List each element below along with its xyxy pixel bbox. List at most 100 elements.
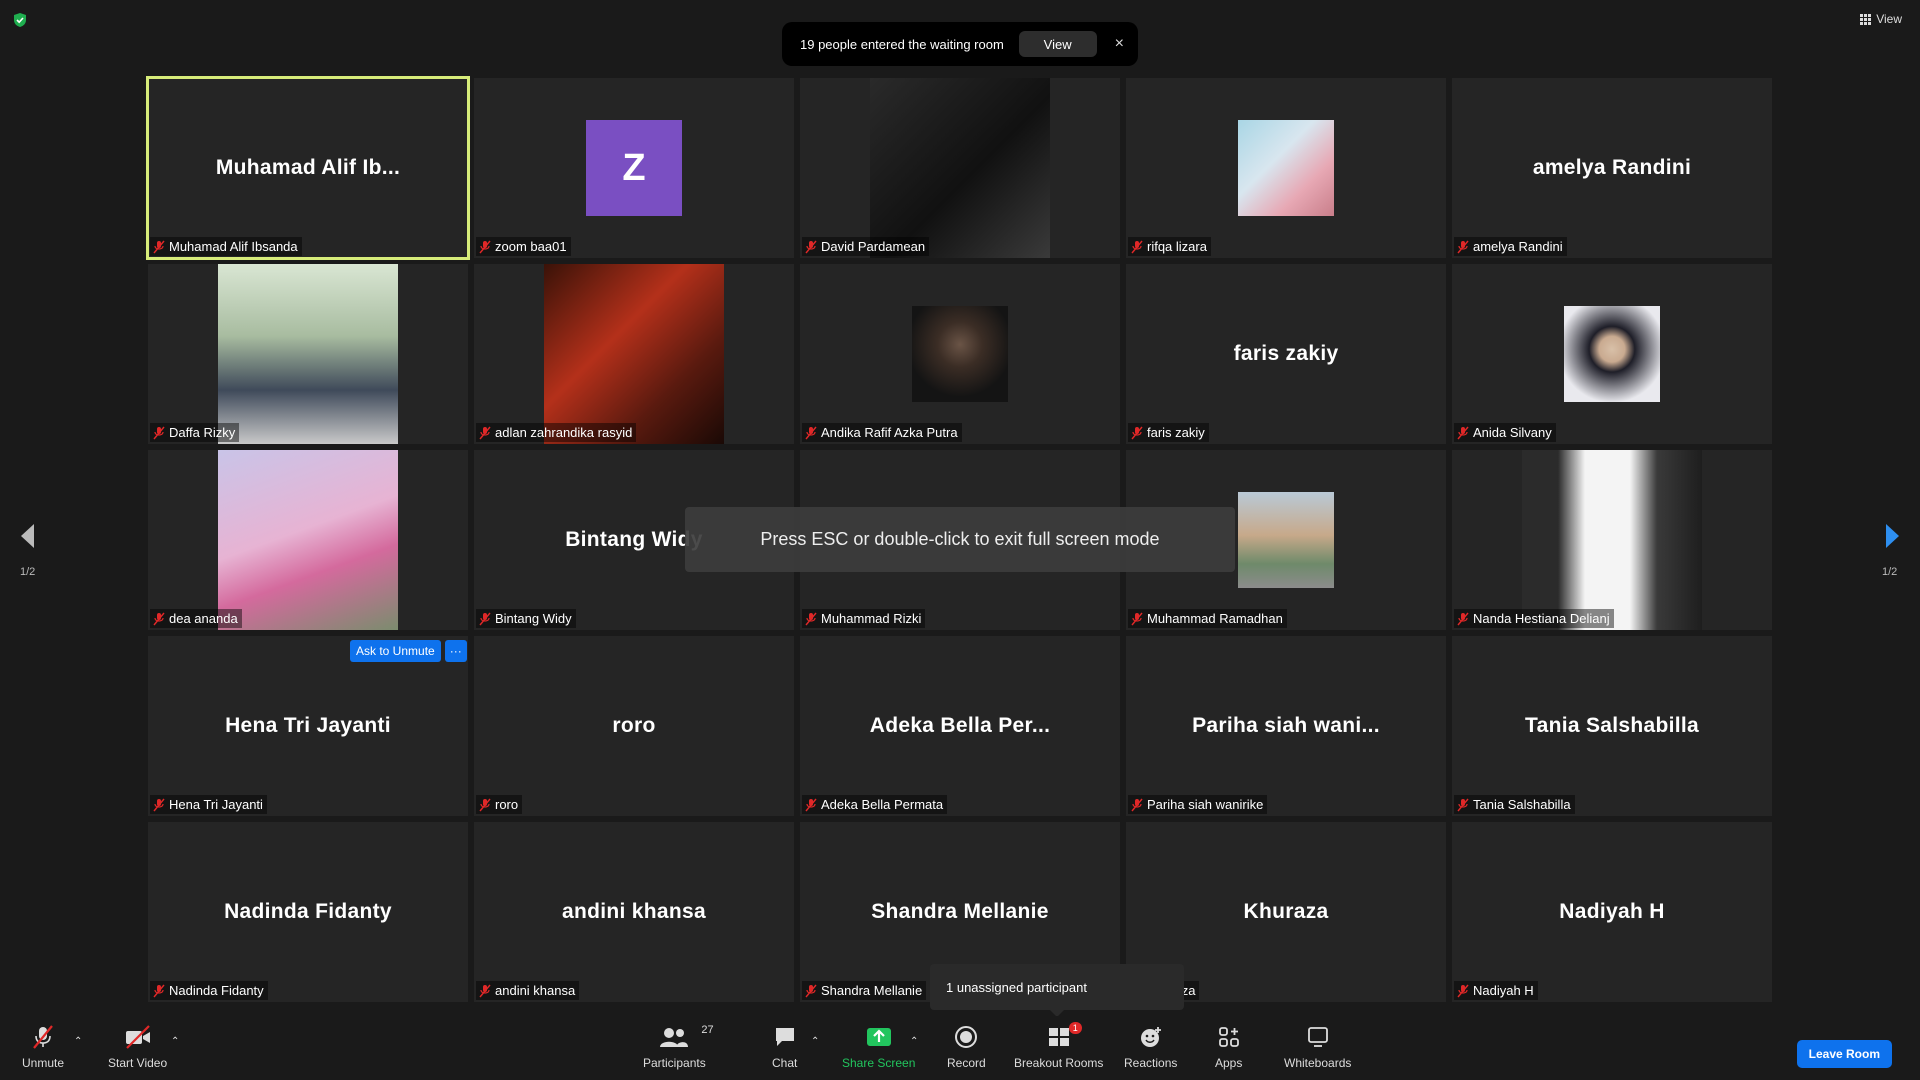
smiley-reactions-icon <box>1139 1024 1163 1050</box>
participant-tile[interactable]: Daffa Rizky <box>148 264 468 444</box>
encryption-shield-icon[interactable] <box>12 12 28 28</box>
participant-tile[interactable]: Zzoom baa01 <box>474 78 794 258</box>
participant-tile[interactable]: amelya Randini amelya Randini <box>1452 78 1772 258</box>
participant-photo <box>1238 492 1334 588</box>
more-options-button[interactable]: ··· <box>444 640 467 662</box>
view-layout-button[interactable]: View <box>1860 12 1902 26</box>
fullscreen-exit-toast: Press ESC or double-click to exit full s… <box>685 507 1235 572</box>
next-page-arrow-icon[interactable] <box>1882 522 1902 550</box>
participant-name-label: Muhammad Rizki <box>802 609 926 628</box>
meeting-toolbar: Unmute ⌃ Start Video ⌃ 27 Participants C… <box>0 1016 1920 1080</box>
participant-tile[interactable]: dea ananda <box>148 450 468 630</box>
participant-name-label: Andika Rafif Azka Putra <box>802 423 962 442</box>
letter-avatar: Z <box>586 120 682 216</box>
participant-name: Nanda Hestiana Delianj <box>1473 611 1610 626</box>
muted-microphone-icon <box>153 612 165 626</box>
participant-tile[interactable]: faris zakiy faris zakiy <box>1126 264 1446 444</box>
participant-display-name: Hena Tri Jayanti <box>225 714 391 737</box>
participant-name: Anida Silvany <box>1473 425 1552 440</box>
participant-display-name: Pariha siah wani... <box>1192 714 1380 737</box>
participant-tile[interactable]: Hena Tri Jayanti Ask to Unmute ··· Hena Tri… <box>148 636 468 816</box>
participant-name: rifqa lizara <box>1147 239 1207 254</box>
muted-microphone-icon <box>1131 240 1143 254</box>
chat-button[interactable]: Chat <box>772 1024 797 1070</box>
participant-tile[interactable]: Anida Silvany <box>1452 264 1772 444</box>
participant-tile[interactable]: andini khansa andini khansa <box>474 822 794 1002</box>
participant-display-name: andini khansa <box>562 900 706 923</box>
muted-microphone-icon <box>479 426 491 440</box>
participant-name-label: Nanda Hestiana Delianj <box>1454 609 1614 628</box>
participant-name-label: Daffa Rizky <box>150 423 240 442</box>
breakout-rooms-icon: 1 <box>1047 1022 1082 1050</box>
microphone-muted-icon <box>30 1024 56 1050</box>
participant-name-label: adlan zahrandika rasyid <box>476 423 637 442</box>
participant-name-label: Bintang Widy <box>476 609 576 628</box>
participant-tile[interactable]: Nanda Hestiana Delianj <box>1452 450 1772 630</box>
muted-microphone-icon <box>805 240 817 254</box>
participant-name: Pariha siah wanirike <box>1147 797 1264 812</box>
participant-name: Tania Salshabilla <box>1473 797 1571 812</box>
breakout-rooms-button[interactable]: 1 Breakout Rooms <box>1014 1022 1103 1070</box>
participant-name-label: roro <box>476 795 523 814</box>
participants-icon: 27 <box>659 1024 714 1050</box>
share-screen-icon <box>866 1024 892 1050</box>
participant-photo <box>912 306 1008 402</box>
participant-tile[interactable]: Pariha siah wani... Pariha siah wanirike <box>1126 636 1446 816</box>
participant-tile[interactable]: rifqa lizara <box>1126 78 1446 258</box>
share-screen-label: Share Screen <box>842 1056 916 1070</box>
reactions-button[interactable]: Reactions <box>1124 1024 1177 1070</box>
participant-name-label: Nadinda Fidanty <box>150 981 268 1000</box>
start-video-label: Start Video <box>108 1056 168 1070</box>
unmute-button[interactable]: Unmute <box>22 1024 64 1070</box>
participant-tile[interactable]: Nadinda Fidanty Nadinda Fidanty <box>148 822 468 1002</box>
video-options-caret-icon[interactable]: ⌃ <box>171 1036 179 1047</box>
participant-display-name: Tania Salshabilla <box>1525 714 1699 737</box>
muted-microphone-icon <box>805 984 817 998</box>
participant-photo <box>218 264 398 444</box>
participant-tile[interactable]: Andika Rafif Azka Putra <box>800 264 1120 444</box>
participant-name-label: Nadiyah H <box>1454 981 1538 1000</box>
participant-name-label: andini khansa <box>476 981 580 1000</box>
participant-tile[interactable]: Muhamad Alif Ib... Muhamad Alif Ibsanda <box>146 76 470 260</box>
notification-close-icon[interactable]: × <box>1115 35 1124 53</box>
share-screen-button[interactable]: Share Screen <box>842 1024 915 1070</box>
share-options-caret-icon[interactable]: ⌃ <box>910 1036 918 1047</box>
record-button[interactable]: Record <box>947 1024 986 1070</box>
participant-tile[interactable]: Nadiyah H Nadiyah H <box>1452 822 1772 1002</box>
muted-microphone-icon <box>1457 984 1469 998</box>
participant-name-label: Shandra Mellanie <box>802 981 927 1000</box>
whiteboards-label: Whiteboards <box>1284 1056 1352 1070</box>
participant-name: David Pardamean <box>821 239 926 254</box>
page-indicator-left: 1/2 <box>20 566 36 578</box>
leave-room-button[interactable]: Leave Room <box>1796 1040 1892 1068</box>
unassigned-participant-popup[interactable]: 1 unassigned participant <box>930 964 1184 1017</box>
participants-button[interactable]: 27 Participants <box>643 1024 714 1070</box>
participant-tile[interactable]: Tania Salshabilla Tania Salshabilla <box>1452 636 1772 816</box>
participant-tile[interactable]: roro roro <box>474 636 794 816</box>
whiteboards-button[interactable]: Whiteboards <box>1284 1024 1351 1070</box>
muted-microphone-icon <box>479 612 491 626</box>
chat-options-caret-icon[interactable]: ⌃ <box>811 1036 819 1047</box>
ask-to-unmute-button[interactable]: Ask to Unmute <box>350 640 441 662</box>
apps-button[interactable]: Apps <box>1215 1024 1242 1070</box>
participant-name: dea ananda <box>169 611 238 626</box>
participant-name: Nadinda Fidanty <box>169 983 264 998</box>
muted-microphone-icon <box>1457 612 1469 626</box>
participant-name-label: Hena Tri Jayanti <box>150 795 267 814</box>
participant-tile[interactable]: Adeka Bella Per... Adeka Bella Permata <box>800 636 1120 816</box>
participant-tile[interactable]: David Pardamean <box>800 78 1120 258</box>
participant-display-name: roro <box>612 714 656 737</box>
notification-view-button[interactable]: View <box>1018 31 1097 57</box>
start-video-button[interactable]: Start Video <box>108 1024 167 1070</box>
muted-microphone-icon <box>153 240 165 254</box>
previous-page-arrow-icon[interactable] <box>18 522 38 550</box>
muted-microphone-icon <box>1457 798 1469 812</box>
audio-options-caret-icon[interactable]: ⌃ <box>74 1036 82 1047</box>
participant-photo <box>1522 450 1702 630</box>
participant-tile[interactable]: adlan zahrandika rasyid <box>474 264 794 444</box>
page-indicator-right: 1/2 <box>1882 566 1898 578</box>
participant-name-label: David Pardamean <box>802 237 930 256</box>
participant-name-label: Adeka Bella Permata <box>802 795 948 814</box>
participant-name: Shandra Mellanie <box>821 983 923 998</box>
participant-display-name: Nadiyah H <box>1559 900 1665 923</box>
